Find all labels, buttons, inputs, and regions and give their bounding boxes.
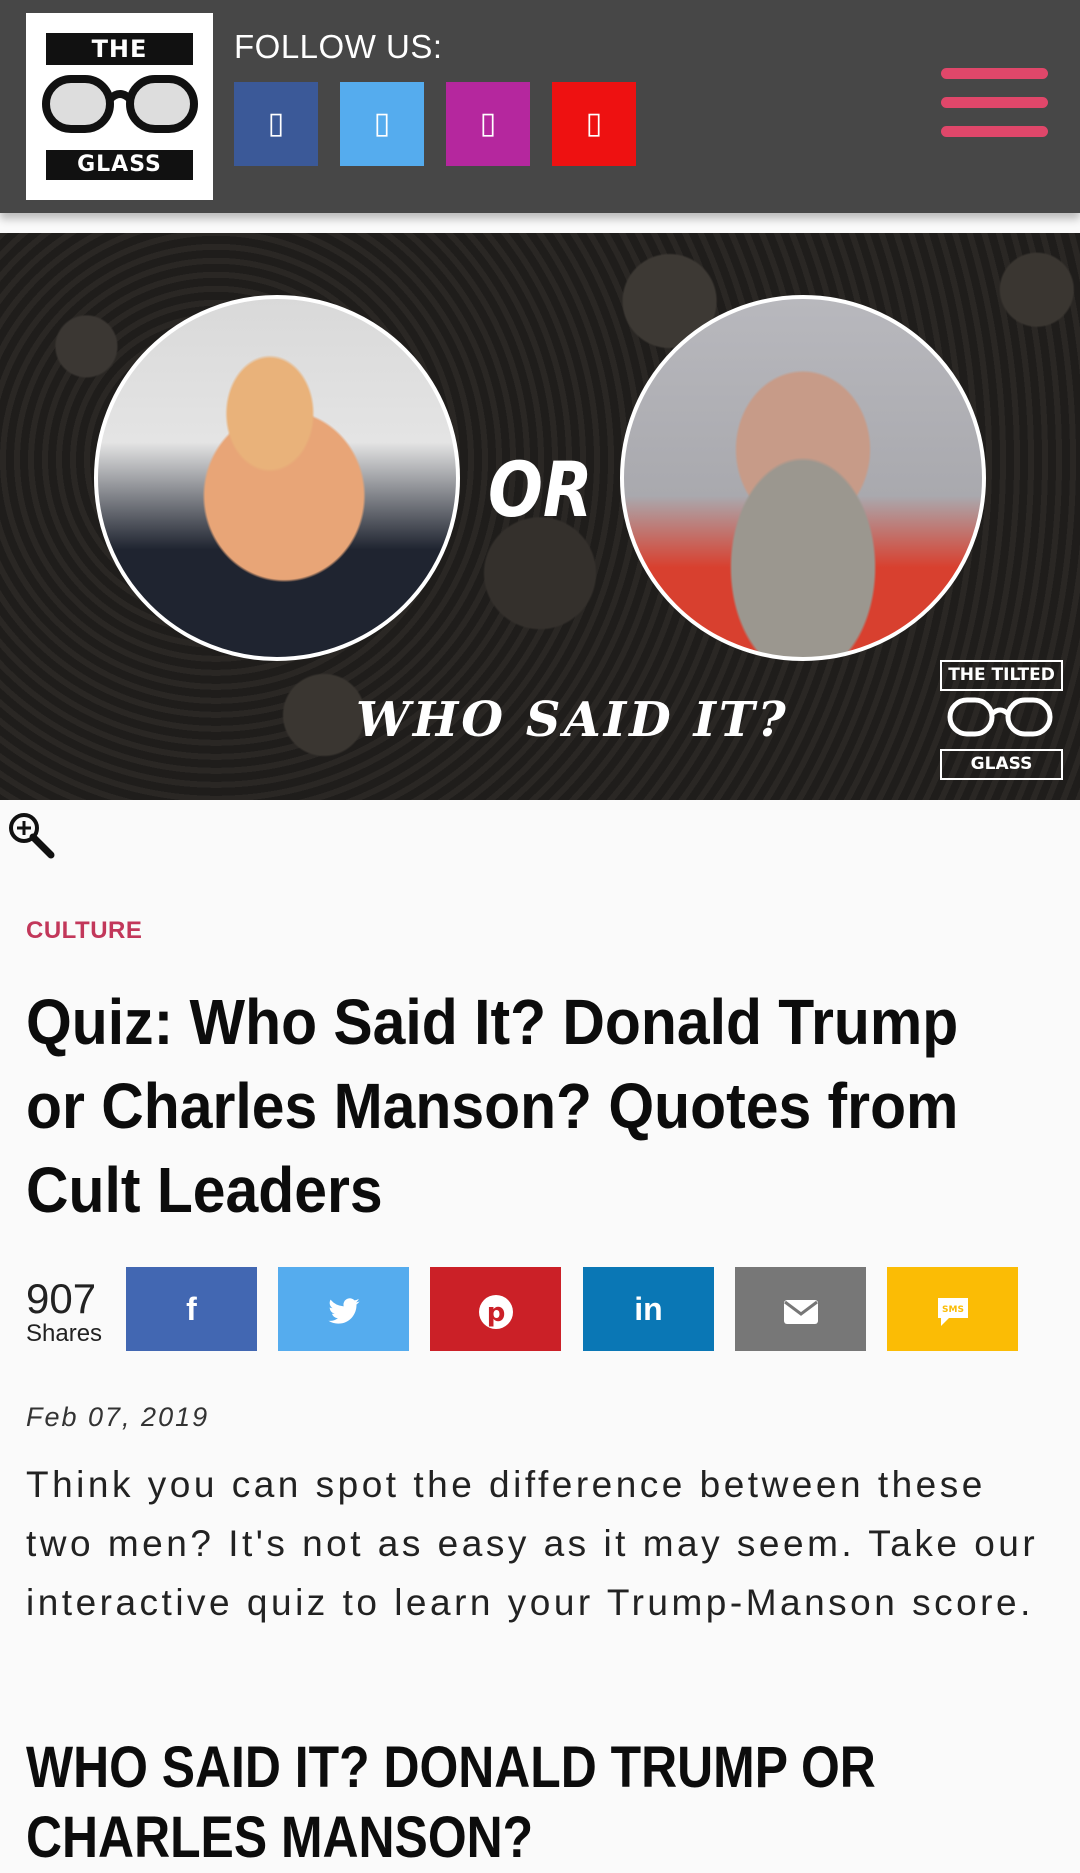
sms-label: SMS	[942, 1305, 964, 1315]
facebook-share-button[interactable]: f	[126, 1267, 257, 1351]
glasses-icon	[947, 697, 1053, 737]
category-link[interactable]: CULTURE	[26, 917, 142, 945]
menu-icon-line	[941, 68, 1048, 79]
manson-portrait	[620, 295, 986, 661]
hero-or-text: OR	[488, 445, 593, 534]
logo-top-text: THE TILTED	[46, 33, 193, 95]
article-title: Quiz: Who Said It? Donald Trump or Charl…	[26, 986, 959, 1226]
share-count: 907	[26, 1275, 97, 1322]
facebook-icon: ▯	[267, 107, 285, 140]
pinterest-share-button[interactable]: p	[430, 1267, 561, 1351]
sms-icon: SMS	[937, 1297, 968, 1326]
email-share-button[interactable]	[735, 1267, 866, 1351]
linkedin-share-button[interactable]: in	[583, 1267, 714, 1351]
twitter-icon: ▯	[373, 107, 391, 140]
publish-date: Feb 07, 2019	[26, 1402, 210, 1432]
follow-us-label: FOLLOW US:	[234, 28, 443, 65]
svg-text:p: p	[486, 1298, 505, 1328]
facebook-follow-button[interactable]: ▯	[234, 82, 318, 166]
hero-logo-top-text: THE TILTED	[940, 660, 1063, 691]
hero-caption: WHO SAID IT?	[356, 692, 789, 748]
article-lede: Think you can spot the difference betwee…	[26, 1464, 1039, 1623]
linkedin-icon: in	[634, 1291, 663, 1327]
pinterest-icon: p	[478, 1294, 513, 1329]
hero-logo-bottom-text: GLASS	[940, 749, 1063, 780]
site-logo[interactable]: THE TILTED GLASS	[26, 13, 213, 200]
email-icon	[783, 1299, 818, 1324]
trump-portrait	[94, 295, 460, 661]
menu-icon-line	[941, 97, 1048, 108]
section-heading: WHO SAID IT? DONALD TRUMP OR CHARLES MAN…	[26, 1735, 876, 1870]
instagram-follow-button[interactable]: ▯	[446, 82, 530, 166]
youtube-follow-button[interactable]: ▯	[552, 82, 636, 166]
menu-icon-line	[941, 126, 1048, 137]
glasses-icon	[42, 75, 198, 133]
twitter-follow-button[interactable]: ▯	[340, 82, 424, 166]
twitter-share-button[interactable]	[278, 1267, 409, 1351]
facebook-icon: f	[186, 1291, 197, 1327]
logo-bottom-text: GLASS	[46, 150, 193, 180]
site-header: THE TILTED GLASS FOLLOW US: ▯ ▯ ▯ ▯	[0, 0, 1080, 213]
instagram-icon: ▯	[479, 107, 497, 140]
twitter-icon	[327, 1297, 360, 1324]
menu-button[interactable]	[941, 68, 1048, 138]
youtube-icon: ▯	[585, 107, 603, 140]
share-count-label: Shares	[26, 1320, 103, 1347]
hero-watermark-logo: THE TILTED GLASS	[940, 660, 1063, 783]
zoom-in-icon	[9, 813, 55, 859]
zoom-image-button[interactable]	[6, 810, 56, 865]
sms-share-button[interactable]: SMS	[887, 1267, 1018, 1351]
